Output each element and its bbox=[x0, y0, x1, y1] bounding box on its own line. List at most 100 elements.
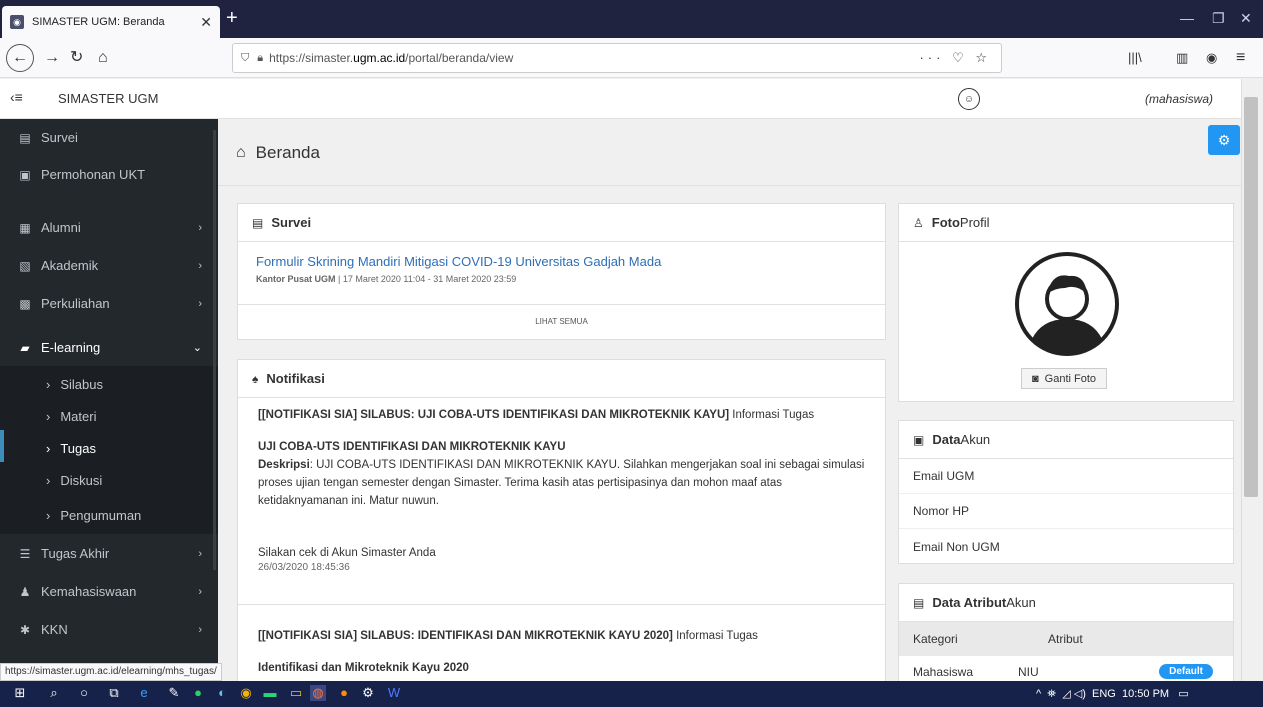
chrome-canary-icon[interactable]: ◐ bbox=[214, 685, 230, 701]
home-icon[interactable]: ⌂ bbox=[98, 48, 108, 68]
back-arrow-icon[interactable]: ← bbox=[6, 44, 34, 72]
chevron-right-icon: › bbox=[198, 585, 202, 598]
id-card-icon: ▧ bbox=[19, 258, 31, 273]
notifications-icon[interactable]: ▭ bbox=[1178, 688, 1188, 700]
default-badge: Default bbox=[1159, 664, 1213, 679]
system-tray[interactable]: ^ ⛯ ◿ ◁) ENG 10:50 PM ▭ bbox=[1036, 687, 1189, 701]
id-card-icon: ▣ bbox=[913, 432, 925, 447]
app-orange-icon[interactable]: ● bbox=[336, 685, 352, 701]
word-icon[interactable]: W bbox=[386, 685, 402, 701]
wifi-icon[interactable]: ◿ bbox=[1062, 688, 1070, 700]
survei-panel-header: ▤ Survei bbox=[238, 204, 885, 242]
browser-tab[interactable]: ◉ SIMASTER UGM: Beranda ✕ bbox=[2, 6, 220, 38]
notification-item[interactable]: [[NOTIFIKASI SIA] SILABUS: IDENTIFIKASI … bbox=[238, 605, 885, 677]
sidebar-item-akademik[interactable]: ▧ Akademik › bbox=[0, 247, 218, 284]
network-icon[interactable]: ⛯ bbox=[1047, 688, 1056, 700]
browser-nav-bar: ← → ↻ ⌂ ⛉ 🔒︎ https://simaster. ugm.ac.id /… bbox=[0, 38, 1263, 78]
survei-panel: ▤ Survei Formulir Skrining Mandiri Mitiga… bbox=[237, 203, 886, 340]
sidebar-item-alumni[interactable]: ▦ Alumni › bbox=[0, 209, 218, 246]
url-prefix: https://simaster. bbox=[269, 51, 354, 65]
restore-icon[interactable]: ❐ bbox=[1212, 10, 1225, 27]
menu-icon[interactable]: ≡ bbox=[1236, 48, 1245, 68]
survei-dates: | 17 Maret 2020 11:04 - 31 Maret 2020 23… bbox=[335, 274, 517, 284]
money-icon: ▣ bbox=[19, 167, 31, 182]
url-bar[interactable]: ⛉ 🔒︎ https://simaster. ugm.ac.id/portal/b… bbox=[232, 43, 1002, 73]
sidebar-item-kkn[interactable]: ✱ KKN › bbox=[0, 611, 218, 648]
cortana-icon[interactable]: ○ bbox=[76, 685, 92, 701]
camera-icon: ◙ bbox=[1032, 372, 1039, 385]
chevron-right-icon: › bbox=[46, 441, 51, 456]
address-card-icon: ▤ bbox=[913, 595, 925, 610]
library-icon[interactable]: |||\ bbox=[1128, 48, 1142, 68]
chevron-down-icon: ⌄ bbox=[192, 342, 202, 354]
page-title: ⌂ Beranda bbox=[236, 143, 320, 162]
chevron-up-icon[interactable]: ^ bbox=[1036, 688, 1041, 700]
site-favicon-icon: ◉ bbox=[10, 15, 24, 29]
form-icon: ☰ bbox=[19, 546, 31, 561]
bell-icon: ♠ bbox=[252, 371, 259, 386]
foto-profil-panel: ♙ Foto Profil ◙ Ganti Foto bbox=[898, 203, 1234, 402]
firefox-icon[interactable]: ◍ bbox=[310, 685, 326, 701]
survei-link[interactable]: Formulir Skrining Mandiri Mitigasi COVID… bbox=[256, 254, 867, 269]
see-all-link[interactable]: LIHAT SEMUA bbox=[238, 317, 885, 326]
sidebar-item-tugas-akhir[interactable]: ☰ Tugas Akhir › bbox=[0, 535, 218, 572]
volume-icon[interactable]: ◁) bbox=[1074, 688, 1086, 700]
notification-item[interactable]: [[NOTIFIKASI SIA] SILABUS: UJI COBA-UTS … bbox=[238, 398, 885, 605]
sidebar-item-e-learning[interactable]: ▰ E-learning ⌄ bbox=[0, 329, 218, 366]
page-header: ⌂ Beranda ⚙ bbox=[218, 119, 1241, 186]
main-content: ⌂ Beranda ⚙ ▤ Survei Formulir Skrining Ma… bbox=[218, 119, 1241, 681]
sidebar-item-perkuliahan[interactable]: ▩ Perkuliahan › bbox=[0, 285, 218, 322]
akun-row-email-ugm: Email UGM bbox=[899, 459, 1233, 494]
data-akun-panel: ▣ Data Akun Email UGM Nomor HP Email Non … bbox=[898, 420, 1234, 564]
app-brand[interactable]: SIMASTER UGM bbox=[58, 91, 158, 106]
users-icon: ♟ bbox=[19, 584, 31, 599]
page-scrollbar-thumb[interactable] bbox=[1244, 97, 1258, 497]
whatsapp-icon[interactable]: ● bbox=[190, 685, 206, 701]
data-atribut-panel: ▤ Data Atribut Akun Kategori Atribut Mahas… bbox=[898, 583, 1234, 681]
account-icon[interactable]: ◉ bbox=[1206, 48, 1217, 68]
sidebar-scrollbar[interactable] bbox=[213, 130, 216, 570]
messaging-icon[interactable]: ▬ bbox=[262, 685, 278, 701]
chevron-right-icon: › bbox=[198, 259, 202, 272]
sidebar-subitem-pengumuman[interactable]: › Pengumuman bbox=[0, 497, 218, 534]
new-tab-button[interactable]: + bbox=[226, 8, 238, 28]
chevron-right-icon: › bbox=[46, 377, 51, 392]
tab-close-icon[interactable]: ✕ bbox=[200, 14, 212, 31]
hamburger-menu-icon[interactable]: ‹≡ bbox=[10, 89, 23, 105]
sidebar-item-permohonan-ukt[interactable]: ▣ Permohonan UKT bbox=[0, 156, 218, 193]
app-icon[interactable]: ✎ bbox=[166, 685, 182, 701]
task-view-icon[interactable]: ⧉ bbox=[106, 685, 122, 701]
chrome-icon[interactable]: ◉ bbox=[238, 685, 254, 701]
clock[interactable]: 10:50 PM bbox=[1122, 688, 1169, 700]
chevron-right-icon: › bbox=[46, 409, 51, 424]
atribut-table-header: Kategori Atribut bbox=[899, 622, 1233, 656]
window-close-icon[interactable]: ✕ bbox=[1240, 10, 1252, 27]
notifikasi-panel-header: ♠ Notifikasi bbox=[238, 360, 885, 398]
tab-title: SIMASTER UGM: Beranda bbox=[32, 16, 165, 28]
book-icon: ▰ bbox=[20, 340, 30, 355]
browser-tab-bar: ◉ SIMASTER UGM: Beranda ✕ + — ❐ ✕ bbox=[0, 0, 1263, 38]
sidebar-subitem-diskusi[interactable]: › Diskusi bbox=[0, 462, 218, 499]
change-photo-button[interactable]: ◙ Ganti Foto bbox=[1021, 368, 1108, 389]
language-indicator[interactable]: ENG bbox=[1092, 688, 1116, 700]
minimize-icon[interactable]: — bbox=[1180, 10, 1194, 26]
sidebar: ▤ Survei ▣ Permohonan UKT ▦ Alumni › ▧ Akadem… bbox=[0, 119, 218, 681]
chevron-right-icon: › bbox=[46, 473, 51, 488]
user-icon: ♙ bbox=[913, 215, 924, 230]
sidebar-toggle-icon[interactable]: ▥ bbox=[1176, 48, 1188, 68]
page-actions-icon[interactable]: ··· ♡ ☆ bbox=[919, 50, 991, 66]
settings-gears-button[interactable]: ⚙ bbox=[1208, 125, 1240, 155]
sidebar-item-survei[interactable]: ▤ Survei bbox=[0, 119, 218, 156]
file-explorer-icon[interactable]: ▭ bbox=[288, 685, 304, 701]
forward-arrow-icon[interactable]: → bbox=[44, 48, 60, 68]
sidebar-item-kemahasiswaan[interactable]: ♟ Kemahasiswaan › bbox=[0, 573, 218, 610]
settings-icon[interactable]: ⚙ bbox=[360, 685, 376, 701]
windows-start-icon[interactable]: ⊞ bbox=[12, 685, 28, 701]
reload-icon[interactable]: ↻ bbox=[70, 48, 83, 68]
data-akun-header: ▣ Data Akun bbox=[899, 421, 1233, 459]
edge-icon[interactable]: e bbox=[136, 685, 152, 701]
user-role[interactable]: (mahasiswa) bbox=[1145, 92, 1213, 106]
chevron-right-icon: › bbox=[198, 623, 202, 636]
user-avatar-icon[interactable]: ☺ bbox=[958, 88, 980, 110]
search-icon[interactable]: ⌕ bbox=[46, 685, 62, 701]
